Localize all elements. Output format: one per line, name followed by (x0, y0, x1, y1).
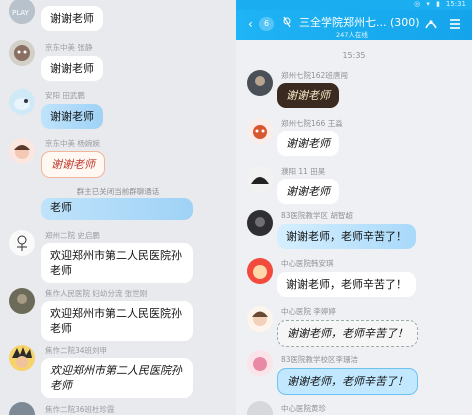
sender-name: 83医院教学区 胡智超 (281, 211, 353, 220)
avatar-play-icon[interactable]: PLAY (9, 0, 35, 24)
svg-text:PLAY: PLAY (12, 9, 30, 17)
status-icons: ◎ ▾ ▮ (414, 0, 442, 8)
girl-avatar-graphic (9, 138, 35, 164)
sender-name: 中心医院黄珍 (281, 404, 326, 413)
avatar-graphic (247, 118, 273, 144)
avatar-graphic (247, 306, 273, 332)
sender-name: 中心医院 李婷婷 (281, 307, 336, 316)
message-bubble[interactable]: 老师 (41, 198, 193, 220)
message-bubble[interactable]: 谢谢老师，老师辛苦了！ (277, 320, 418, 347)
avatar-photo-icon[interactable] (9, 288, 35, 314)
message-bubble[interactable]: 欢迎郑州市第二人民医院孙老师 (41, 243, 193, 283)
group-call-icon[interactable] (424, 17, 438, 34)
mute-icon-graphic (283, 16, 291, 28)
play-avatar-graphic: PLAY (9, 0, 35, 24)
chat-title[interactable]: 三全学院郑州七... (300) (299, 14, 420, 30)
sender-name: 濮阳 11 田昊 (281, 167, 326, 176)
message-bubble[interactable]: 谢谢老师 (41, 6, 103, 31)
avatar-icon[interactable] (247, 258, 273, 284)
cartoon-avatar-graphic (9, 40, 35, 66)
avatar-photo2-icon[interactable] (9, 402, 35, 415)
sender-name: 焦作二院34班刘甲 (45, 346, 108, 355)
left-chat-pane[interactable]: PLAY 谢谢老师 京东中美 张静 谢谢老师 安阳 田武鹏 谢谢老师 京东中美 … (0, 0, 236, 415)
avatar-cartoon-icon[interactable] (9, 40, 35, 66)
avatar-icon[interactable] (247, 210, 273, 236)
avatar-graphic (247, 210, 273, 236)
sender-name: 中心医院韩安琪 (281, 259, 334, 268)
avatar-icon[interactable] (247, 118, 273, 144)
app-root: PLAY 谢谢老师 京东中美 张静 谢谢老师 安阳 田武鹏 谢谢老师 京东中美 … (0, 0, 472, 415)
mute-icon (282, 16, 292, 31)
avatar-graphic (247, 70, 273, 96)
sender-name: 郑州七院166 王淼 (281, 119, 343, 128)
sketch-avatar-graphic (9, 230, 35, 256)
menu-icon[interactable] (448, 16, 462, 34)
message-bubble[interactable]: 欢迎郑州市第二人民医院孙老师 (41, 301, 193, 341)
message-bubble[interactable]: 欢迎郑州市第二人民医院孙老师 (41, 358, 193, 398)
online-count: 247人在线 (336, 31, 368, 39)
avatar-icon[interactable] (247, 166, 273, 192)
sender-name: 焦作二院36班杜珍霞 (45, 405, 115, 414)
sender-name: 83医院教学校区李珊洁 (281, 355, 359, 364)
message-bubble[interactable]: 谢谢老师，老师辛苦了！ (277, 368, 418, 395)
group-call-icon-graphic (425, 20, 437, 29)
sender-name: 安阳 田武鹏 (45, 91, 85, 100)
avatar-graphic (247, 258, 273, 284)
status-time: 15:31 (445, 0, 466, 8)
bird-avatar-graphic (9, 89, 35, 115)
avatar-bird-icon[interactable] (9, 89, 35, 115)
sender-name: 京东中美 张静 (45, 43, 93, 52)
message-bubble[interactable]: 谢谢老师，老师辛苦了！ (277, 224, 416, 249)
message-bubble[interactable]: 谢谢老师 (41, 56, 103, 81)
avatar-anime-icon[interactable] (9, 345, 35, 371)
message-bubble[interactable]: 谢谢老师 (277, 179, 339, 204)
menu-icon-graphic (450, 19, 460, 29)
avatar-icon[interactable] (247, 401, 273, 415)
back-arrow-icon[interactable]: ‹ (248, 17, 253, 31)
avatar-girl-icon[interactable] (9, 138, 35, 164)
avatar-icon[interactable] (247, 306, 273, 332)
avatar-graphic (247, 350, 273, 376)
status-bar: ◎ ▾ ▮ 15:31 (236, 0, 472, 10)
sender-name: 郑州二院 史启鹏 (45, 231, 100, 240)
sender-name: 焦作人民医院 妇幼分流 张世刚 (45, 289, 148, 298)
message-bubble[interactable]: 谢谢老师 (41, 151, 105, 178)
sender-name: 郑州七院162班唐闯 (281, 71, 348, 80)
avatar-icon[interactable] (247, 350, 273, 376)
unread-badge[interactable]: 6 (259, 17, 274, 31)
avatar-graphic (247, 401, 273, 415)
right-chat-pane[interactable]: ◎ ▾ ▮ 15:31 ‹ 6 三全学院郑州七... (300) 247人在线 … (236, 0, 472, 415)
avatar-graphic (247, 166, 273, 192)
anime-avatar-graphic (9, 345, 35, 371)
avatar-sketch-icon[interactable] (9, 230, 35, 256)
message-bubble[interactable]: 谢谢老师 (277, 83, 339, 108)
message-bubble[interactable]: 谢谢老师 (277, 131, 339, 156)
chat-header: ‹ 6 三全学院郑州七... (300) 247人在线 (236, 10, 472, 40)
message-bubble[interactable]: 谢谢老师 (41, 104, 103, 129)
photo2-avatar-graphic (9, 402, 35, 415)
system-notice: 群主已关闭当前群聊通话 (76, 187, 160, 196)
avatar-icon[interactable] (247, 70, 273, 96)
message-bubble[interactable]: 谢谢老师，老师辛苦了！ (277, 272, 416, 297)
sender-name: 京东中美 杨婉婉 (45, 139, 100, 148)
timestamp: 15:35 (342, 51, 366, 60)
photo-avatar-graphic (9, 288, 35, 314)
